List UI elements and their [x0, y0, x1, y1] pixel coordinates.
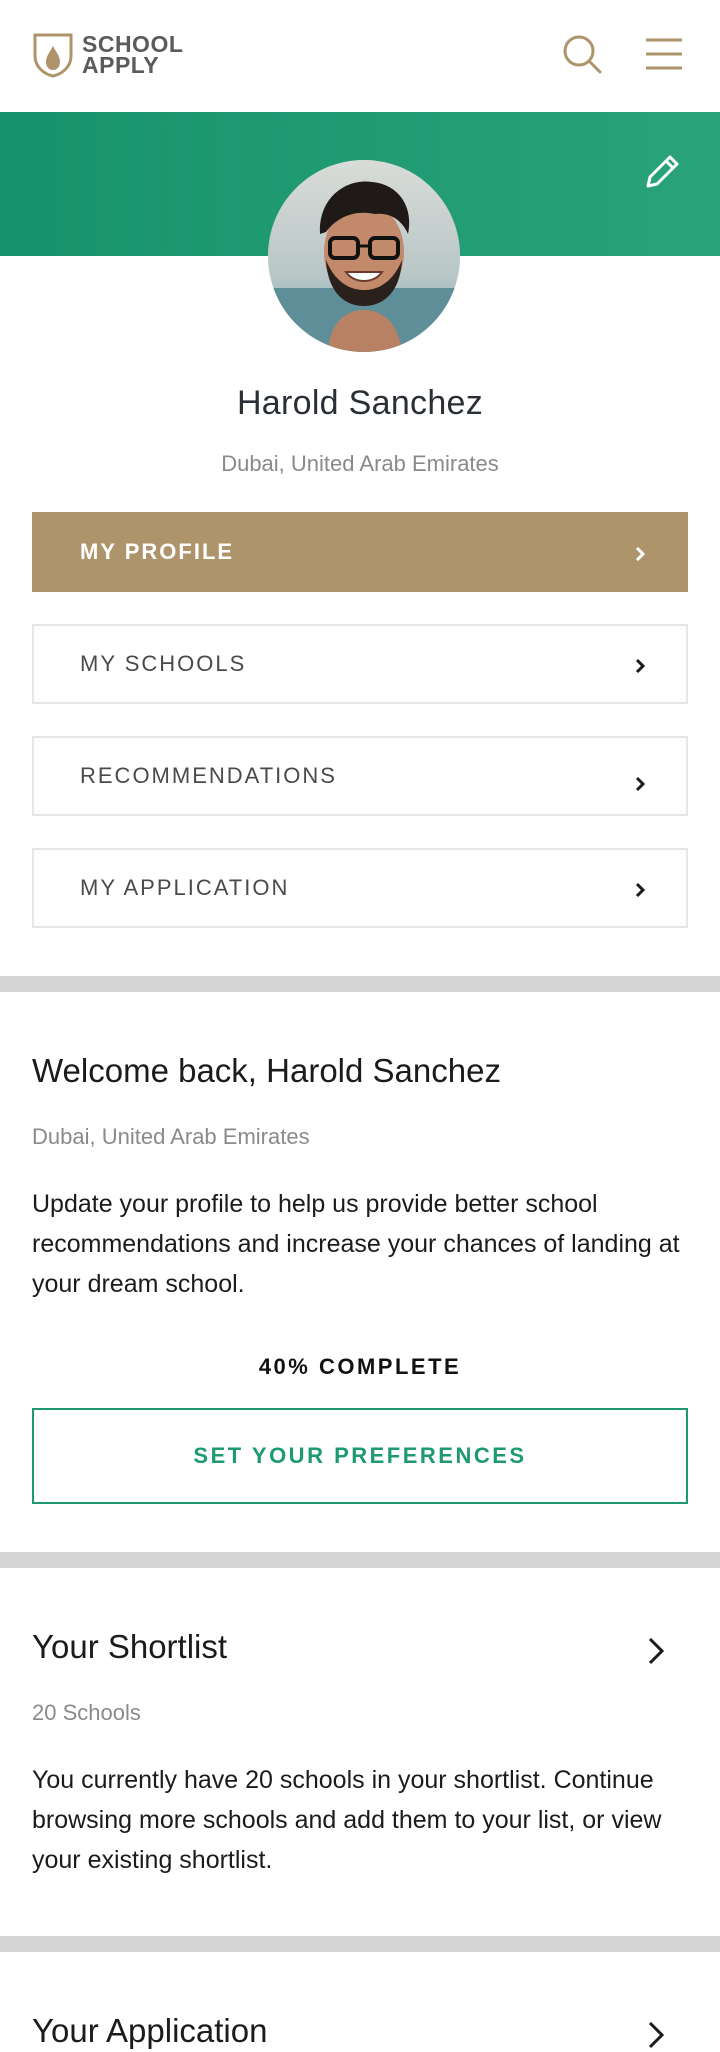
chevron-right-icon	[635, 882, 646, 898]
logo-wordmark: SCHOOL APPLY	[82, 33, 183, 78]
shield-logo-icon	[33, 33, 73, 78]
logo-line-2: APPLY	[82, 52, 160, 78]
profile-location: Dubai, United Arab Emirates	[221, 451, 499, 476]
chevron-right-icon	[635, 776, 646, 792]
top-header: SCHOOL APPLY	[0, 0, 720, 112]
pencil-icon[interactable]	[642, 150, 684, 192]
welcome-title: Welcome back, Harold Sanchez	[32, 1052, 501, 1089]
profile-completion-label: 40% COMPLETE	[258, 1354, 462, 1379]
avatar	[268, 160, 460, 352]
set-preferences-button[interactable]: SET YOUR PREFERENCES	[32, 1408, 688, 1504]
chevron-right-icon[interactable]	[644, 2018, 668, 2052]
nav-item-my-schools[interactable]: MY SCHOOLS	[32, 624, 688, 704]
nav-item-label: MY PROFILE	[80, 539, 235, 564]
chevron-right-icon[interactable]	[644, 1634, 668, 1668]
welcome-description: Update your profile to help us provide b…	[32, 1190, 680, 1298]
nav-item-label: MY SCHOOLS	[80, 651, 247, 676]
school-apply-logo[interactable]: SCHOOL APPLY	[32, 32, 183, 78]
avatar-photo	[268, 160, 460, 352]
search-icon[interactable]	[560, 32, 604, 76]
section-divider	[0, 976, 720, 992]
nav-item-my-profile[interactable]: MY PROFILE	[32, 512, 688, 592]
section-divider	[0, 1936, 720, 1952]
nav-item-label: RECOMMENDATIONS	[80, 763, 337, 788]
profile-name: Harold Sanchez	[236, 384, 484, 422]
hamburger-menu-icon[interactable]	[642, 32, 686, 76]
shortlist-description: You currently have 20 schools in your sh…	[32, 1766, 662, 1874]
application-title[interactable]: Your Application	[32, 2012, 267, 2050]
welcome-location: Dubai, United Arab Emirates	[32, 1124, 310, 1149]
chevron-right-icon	[635, 658, 646, 674]
nav-item-recommendations[interactable]: RECOMMENDATIONS	[32, 736, 688, 816]
chevron-right-icon	[635, 546, 646, 562]
nav-item-my-application[interactable]: MY APPLICATION	[32, 848, 688, 928]
section-divider	[0, 1552, 720, 1568]
shortlist-count: 20 Schools	[32, 1700, 141, 1725]
nav-item-label: MY APPLICATION	[80, 875, 290, 900]
shortlist-title[interactable]: Your Shortlist	[32, 1628, 227, 1666]
